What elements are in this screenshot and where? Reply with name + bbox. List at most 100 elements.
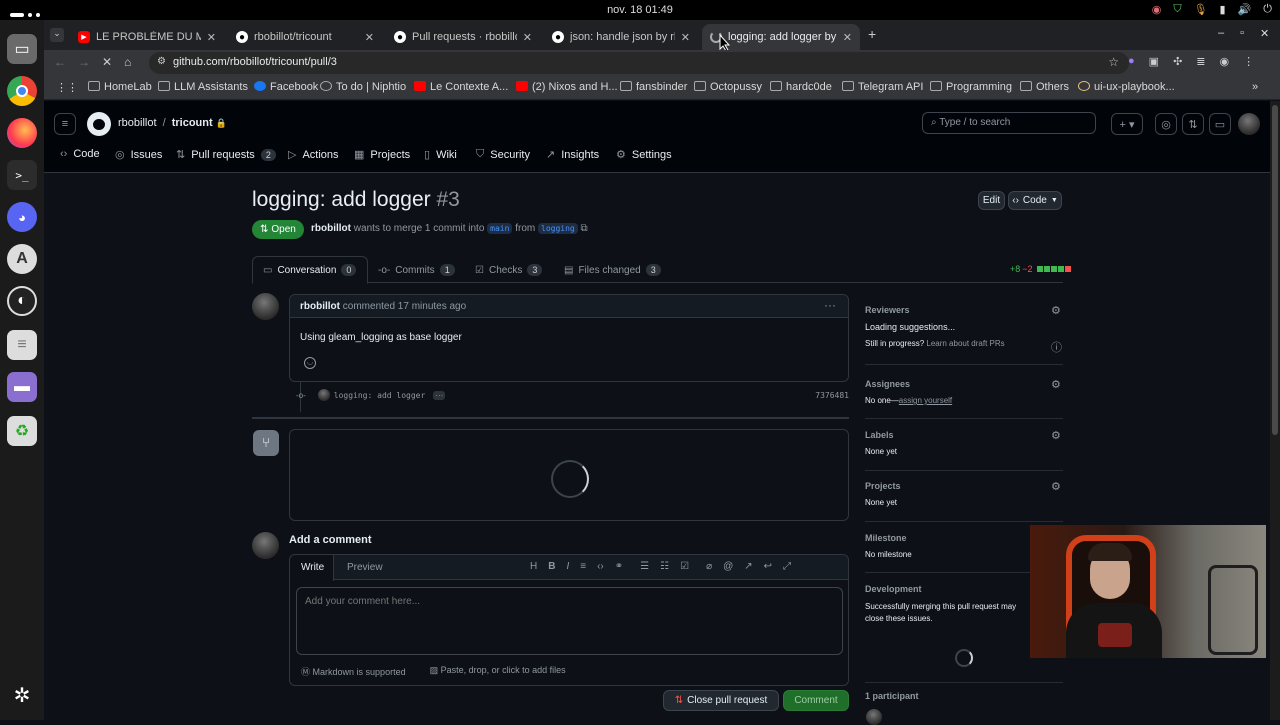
close-tab-icon[interactable]: ✕ (843, 31, 852, 44)
numbered-list-icon[interactable]: ☰ (640, 561, 649, 572)
edit-button[interactable]: Edit (978, 191, 1005, 210)
labels-gear-icon[interactable]: ⚙ (1051, 429, 1061, 442)
repo-owner-link[interactable]: rbobillot (118, 117, 157, 129)
projects-heading[interactable]: Projects (865, 481, 901, 491)
reviewers-heading[interactable]: Reviewers (865, 305, 910, 315)
repo-name-link[interactable]: tricount (172, 117, 213, 129)
assignees-gear-icon[interactable]: ⚙ (1051, 378, 1061, 391)
scrollbar-thumb[interactable] (1272, 105, 1278, 435)
tab-code[interactable]: ‹› Code (60, 148, 100, 160)
volume-icon[interactable]: 🔊 (1238, 3, 1252, 16)
bookmark-item[interactable]: Facebook (254, 81, 318, 93)
bookmark-item[interactable]: LLM Assistants (158, 81, 248, 93)
close-window-icon[interactable]: ✕ (1260, 27, 1269, 40)
bookmark-item[interactable]: Others (1020, 81, 1069, 93)
head-branch[interactable]: logging (538, 223, 578, 234)
link-icon[interactable]: ⚭ (615, 561, 623, 572)
attach-icon[interactable]: ⌀ (706, 561, 712, 572)
bold-icon[interactable]: B (548, 561, 555, 572)
current-user-avatar[interactable] (252, 532, 279, 559)
reference-icon[interactable]: ↗ (744, 561, 752, 572)
tab-files-changed[interactable]: ▤ Files changed 3 (564, 264, 661, 276)
close-tab-icon[interactable]: ✕ (365, 31, 374, 44)
back-icon[interactable]: ← (54, 55, 66, 69)
home-icon[interactable]: ⌂ (124, 55, 131, 69)
maximize-icon[interactable]: ▫ (1240, 27, 1244, 40)
hamburger-menu-icon[interactable]: ≡ (54, 113, 76, 135)
extension-icon[interactable]: ● (1128, 55, 1135, 68)
browser-tab[interactable]: ● json: handle json by rbot✕ (544, 24, 698, 50)
close-pull-request-button[interactable]: ⇅ Close pull request (663, 690, 779, 711)
github-logo-icon[interactable] (87, 112, 111, 136)
heading-icon[interactable]: H (530, 561, 537, 572)
page-scrollbar[interactable] (1270, 101, 1280, 720)
tab-wiki[interactable]: ▯ Wiki (424, 148, 457, 162)
clock[interactable]: nov. 18 01:49 (0, 4, 1280, 16)
document-icon[interactable]: ≡ (7, 330, 37, 360)
search-input[interactable]: ⌕ Type / to search (922, 112, 1096, 134)
obs-icon[interactable]: ◐ (7, 286, 37, 316)
expand-ellipsis-icon[interactable]: ··· (433, 390, 446, 400)
reviewers-gear-icon[interactable]: ⚙ (1051, 304, 1061, 317)
menu-icon[interactable]: ⋮ (1243, 55, 1254, 68)
new-tab-button[interactable]: + (868, 26, 876, 42)
files-icon[interactable]: ▭ (7, 34, 37, 64)
development-heading[interactable]: Development (865, 584, 922, 594)
assign-yourself-link[interactable]: assign yourself (899, 396, 952, 405)
bookmark-item[interactable]: Octopussy (694, 81, 762, 93)
power-icon[interactable]: ⏻ (1263, 3, 1272, 16)
bookmark-item[interactable]: Telegram API (842, 81, 923, 93)
comment-author-avatar[interactable] (252, 293, 279, 320)
user-avatar[interactable] (1238, 113, 1260, 135)
pull-requests-icon[interactable]: ⇅ (1182, 113, 1204, 135)
tab-search-icon[interactable]: ⌄ (50, 28, 64, 42)
site-info-icon[interactable]: ⚙ (157, 56, 166, 67)
discord-icon[interactable]: ◕ (7, 202, 37, 232)
task-list-icon[interactable]: ☑ (680, 561, 689, 572)
folder-icon[interactable]: ▬ (7, 372, 37, 402)
comment-submit-button[interactable]: Comment (783, 690, 849, 711)
bookmark-item[interactable]: Programming (930, 81, 1012, 93)
tab-preview[interactable]: Preview (347, 562, 383, 573)
fullscreen-icon[interactable]: ⤢ (783, 561, 791, 572)
address-bar[interactable]: ⚙ github.com/rbobillot/tricount/pull/3 ☆ (149, 52, 1129, 74)
bookmark-item[interactable]: Le Contexte A... (414, 81, 508, 93)
reply-icon[interactable]: ↩ (764, 561, 772, 572)
comment-author[interactable]: rbobillot (300, 301, 340, 312)
more-options-icon[interactable]: ··· (824, 298, 836, 312)
extension-icon[interactable]: ▣ (1149, 55, 1159, 68)
browser-tab[interactable]: ▶ LE PROBLÈME DU MULTI✕ (70, 24, 224, 50)
network-icon[interactable]: ◉ (1152, 3, 1162, 16)
tab-checks[interactable]: ☑ Checks 3 (475, 264, 543, 276)
bookmark-item[interactable]: hardc0de (770, 81, 832, 93)
commit-author-avatar[interactable] (317, 389, 330, 401)
code-icon[interactable]: ‹› (597, 561, 604, 572)
bookmark-item[interactable]: (2) Nixos and H... (516, 81, 618, 93)
tab-commits[interactable]: -o- Commits 1 (378, 264, 455, 276)
quote-icon[interactable]: ≡ (580, 561, 586, 572)
browser-tab[interactable]: ● Pull requests · rbobillot/t✕ (386, 24, 540, 50)
close-tab-icon[interactable]: ✕ (681, 31, 690, 44)
tab-pull-requests[interactable]: ⇅ Pull requests 2 (176, 148, 276, 161)
assignees-heading[interactable]: Assignees (865, 379, 910, 389)
markdown-note[interactable]: Ⓜ Markdown is supported (301, 665, 406, 678)
info-icon[interactable]: ⓘ (1051, 339, 1062, 355)
profile-icon[interactable]: ◉ (1220, 55, 1230, 68)
projects-gear-icon[interactable]: ⚙ (1051, 480, 1061, 493)
app-store-icon[interactable]: A (7, 244, 37, 274)
commit-message[interactable]: logging: add logger (334, 391, 426, 400)
terminal-icon[interactable]: >_ (7, 160, 37, 190)
attach-files-note[interactable]: ▨ Paste, drop, or click to add files (430, 665, 566, 678)
labels-heading[interactable]: Labels (865, 430, 894, 440)
chrome-icon[interactable] (7, 76, 37, 106)
code-dropdown-button[interactable]: ‹› Code ▼ (1008, 191, 1062, 210)
minimize-icon[interactable]: – (1218, 27, 1224, 40)
more-bookmarks-icon[interactable]: » (1252, 81, 1258, 93)
mention-icon[interactable]: @ (723, 561, 733, 572)
close-tab-icon[interactable]: ✕ (207, 31, 216, 44)
tab-write[interactable]: Write (290, 555, 334, 581)
close-tab-icon[interactable]: ✕ (523, 31, 532, 44)
puzzle-icon[interactable]: ✣ (1173, 55, 1182, 68)
media-icon[interactable]: ≣ (1196, 55, 1205, 68)
participant-avatar[interactable] (866, 709, 882, 725)
